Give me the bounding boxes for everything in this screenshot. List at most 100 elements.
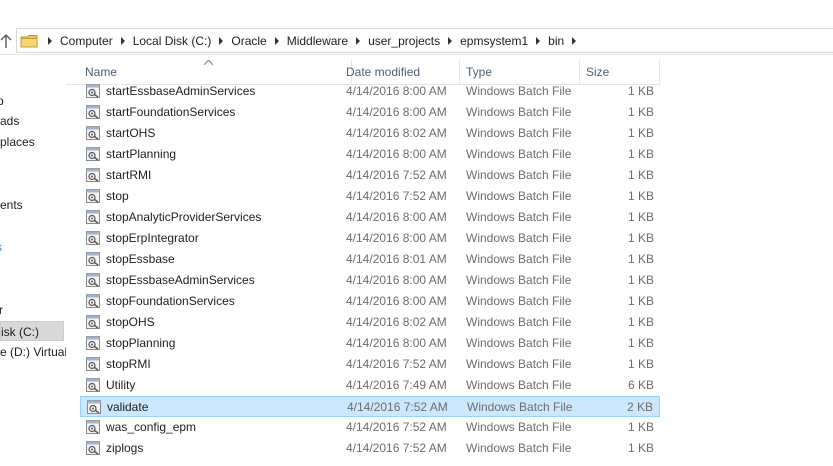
file-name: stopRMI <box>106 357 151 371</box>
file-row[interactable]: stopEssbase 4/14/2016 8:01 AM Windows Batc… <box>80 249 660 270</box>
file-date-modified: 4/14/2016 7:52 AM <box>346 168 447 182</box>
file-type: Windows Batch File <box>466 189 572 203</box>
file-row[interactable]: Utility 4/14/2016 7:49 AM Windows Batch Fi… <box>80 375 660 396</box>
batch-file-icon <box>85 188 101 204</box>
file-type: Windows Batch File <box>466 126 572 140</box>
file-name: stopEssbaseAdminServices <box>106 273 255 287</box>
batch-file-icon <box>85 251 101 267</box>
file-date-modified: 4/14/2016 8:01 AM <box>346 252 447 266</box>
chevron-right-icon[interactable] <box>46 36 54 45</box>
file-row[interactable]: startOHS 4/14/2016 8:02 AM Windows Batch F… <box>80 123 660 144</box>
file-type: Windows Batch File <box>466 231 572 245</box>
batch-file-icon <box>85 335 101 351</box>
file-name: validate <box>107 400 149 414</box>
file-size: 1 KB <box>627 336 654 350</box>
nav-item-virtual-drive[interactable]: e (D:) Virtual <box>0 342 66 362</box>
batch-file-icon <box>85 272 101 288</box>
file-date-modified: 4/14/2016 8:00 AM <box>346 84 447 98</box>
breadcrumb-item-computer[interactable]: Computer <box>60 34 113 48</box>
file-type: Windows Batch File <box>466 315 572 329</box>
file-row[interactable]: stop 4/14/2016 7:52 AM Windows Batch File 1… <box>80 186 660 207</box>
up-arrow-icon[interactable] <box>0 32 12 50</box>
nav-item-documents[interactable]: ents <box>0 195 23 215</box>
nav-item-computer[interactable]: r <box>0 300 3 320</box>
file-size: 1 KB <box>627 252 654 266</box>
file-size: 1 KB <box>627 126 654 140</box>
file-date-modified: 4/14/2016 7:52 AM <box>347 400 448 414</box>
breadcrumb-item-oracle[interactable]: Oracle <box>231 34 266 48</box>
file-row[interactable]: validate 4/14/2016 7:52 AM Windows Batch F… <box>80 396 660 417</box>
chevron-right-icon[interactable] <box>119 36 127 45</box>
file-row[interactable]: stopOHS 4/14/2016 8:02 AM Windows Batch Fi… <box>80 312 660 333</box>
file-name: ziplogs <box>106 441 144 455</box>
file-row[interactable]: stopRMI 4/14/2016 7:52 AM Windows Batch Fi… <box>80 354 660 375</box>
file-row[interactable]: stopEssbaseAdminServices 4/14/2016 8:00 A… <box>80 270 660 291</box>
file-type: Windows Batch File <box>466 147 572 161</box>
file-name: startOHS <box>106 126 156 140</box>
file-size: 1 KB <box>627 231 654 245</box>
file-type: Windows Batch File <box>466 273 572 287</box>
breadcrumb-item-middleware[interactable]: Middleware <box>287 34 348 48</box>
file-row[interactable]: stopAnalyticProviderServices 4/14/2016 8:… <box>80 207 660 228</box>
breadcrumb[interactable]: Computer Local Disk (C:) Oracle Middlewa… <box>16 28 833 53</box>
batch-file-icon <box>85 146 101 162</box>
file-date-modified: 4/14/2016 8:00 AM <box>346 105 447 119</box>
file-date-modified: 4/14/2016 8:00 AM <box>346 147 447 161</box>
file-name: stop <box>106 189 129 203</box>
chevron-right-icon[interactable] <box>446 36 454 45</box>
file-size: 1 KB <box>627 441 654 455</box>
file-size: 1 KB <box>627 147 654 161</box>
file-type: Windows Batch File <box>466 378 572 392</box>
file-name: stopErpIntegrator <box>106 231 199 245</box>
breadcrumb-item-local-disk[interactable]: Local Disk (C:) <box>133 34 212 48</box>
file-name: stopAnalyticProviderServices <box>106 210 262 224</box>
file-date-modified: 4/14/2016 7:49 AM <box>346 378 447 392</box>
batch-file-icon <box>85 167 101 183</box>
file-date-modified: 4/14/2016 7:52 AM <box>346 420 447 434</box>
breadcrumb-item-user-projects[interactable]: user_projects <box>368 34 440 48</box>
breadcrumb-item-bin[interactable]: bin <box>548 34 564 48</box>
batch-file-icon <box>86 399 102 415</box>
file-size: 6 KB <box>627 378 654 392</box>
nav-item-recent-places[interactable]: places <box>0 132 35 152</box>
chevron-right-icon[interactable] <box>273 36 281 45</box>
chevron-right-icon[interactable] <box>354 36 362 45</box>
batch-file-icon <box>85 440 101 456</box>
file-date-modified: 4/14/2016 8:00 AM <box>346 210 447 224</box>
file-name: startRMI <box>106 168 152 182</box>
file-name: stopEssbase <box>106 252 175 266</box>
nav-item-local-disk[interactable]: isk (C:) <box>0 321 64 341</box>
nav-item[interactable]: p <box>0 91 4 111</box>
file-type: Windows Batch File <box>466 105 572 119</box>
file-date-modified: 4/14/2016 8:02 AM <box>346 315 447 329</box>
batch-file-icon <box>85 314 101 330</box>
file-row[interactable]: startFoundationServices 4/14/2016 8:00 AM… <box>80 102 660 123</box>
chevron-right-icon[interactable] <box>570 36 578 45</box>
nav-item-downloads[interactable]: ads <box>0 111 19 131</box>
file-row[interactable]: stopFoundationServices 4/14/2016 8:00 AM W… <box>80 291 660 312</box>
batch-file-icon <box>85 125 101 141</box>
file-date-modified: 4/14/2016 7:52 AM <box>346 189 447 203</box>
file-date-modified: 4/14/2016 8:00 AM <box>346 273 447 287</box>
chevron-right-icon[interactable] <box>217 36 225 45</box>
file-row[interactable]: ziplogs 4/14/2016 7:52 AM Windows Batch Fi… <box>80 438 660 459</box>
file-date-modified: 4/14/2016 8:02 AM <box>346 126 447 140</box>
nav-item-partial[interactable]: s <box>0 237 2 257</box>
file-row[interactable]: was_config_epm 4/14/2016 7:52 AM Windows B… <box>80 417 660 438</box>
file-name: Utility <box>106 378 136 392</box>
file-type: Windows Batch File <box>466 336 572 350</box>
file-size: 2 KB <box>626 400 653 414</box>
file-row[interactable]: startEssbaseAdminServices 4/14/2016 8:00 … <box>80 81 660 102</box>
file-date-modified: 4/14/2016 7:52 AM <box>346 357 447 371</box>
file-type: Windows Batch File <box>466 357 572 371</box>
breadcrumb-item-epmsystem1[interactable]: epmsystem1 <box>460 34 528 48</box>
file-row[interactable]: stopErpIntegrator 4/14/2016 8:00 AM Window… <box>80 228 660 249</box>
file-name: startEssbaseAdminServices <box>106 84 256 98</box>
file-type: Windows Batch File <box>466 441 572 455</box>
file-name: was_config_epm <box>106 420 197 434</box>
file-list: Name Date modified Type Size startEssbas… <box>66 60 660 466</box>
chevron-right-icon[interactable] <box>534 36 542 45</box>
file-row[interactable]: stopPlanning 4/14/2016 8:00 AM Windows Bat… <box>80 333 660 354</box>
file-row[interactable]: startRMI 4/14/2016 7:52 AM Windows Batch F… <box>80 165 660 186</box>
file-row[interactable]: startPlanning 4/14/2016 8:00 AM Windows Ba… <box>80 144 660 165</box>
